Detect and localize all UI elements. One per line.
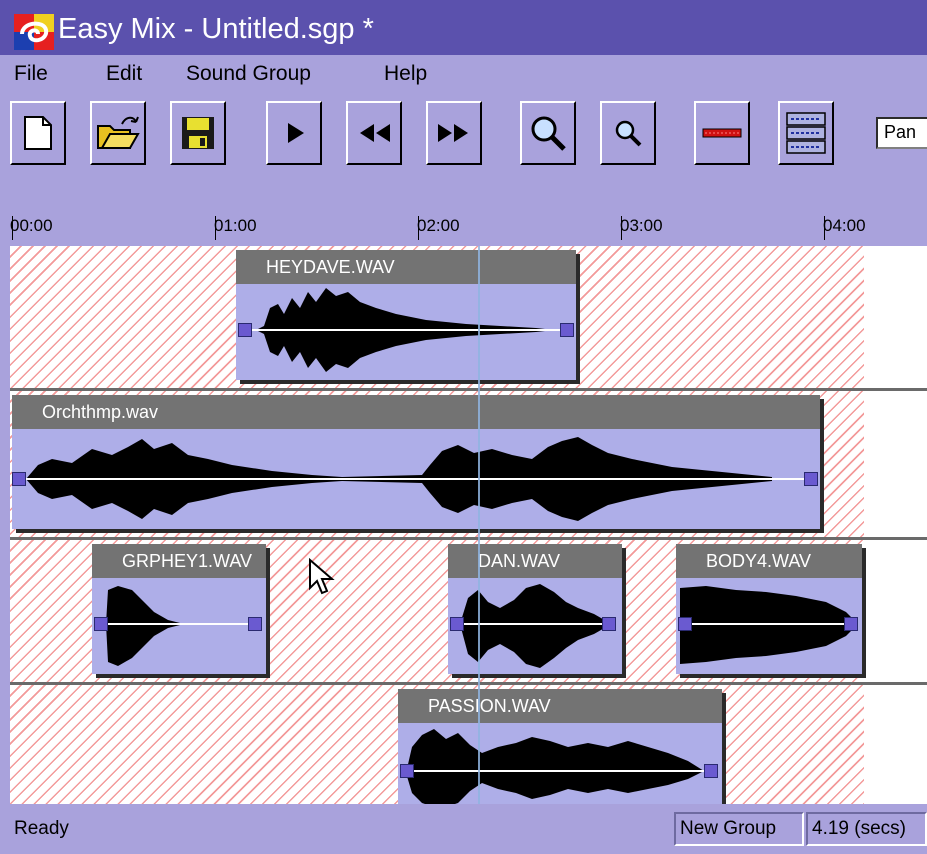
new-button[interactable] <box>10 101 66 165</box>
clip-name: BODY4.WAV <box>676 544 862 578</box>
clip-waveform <box>22 437 810 521</box>
rewind-button[interactable] <box>346 101 402 165</box>
clip-heydave[interactable]: HEYDAVE.WAV <box>236 250 576 380</box>
ruler-tick-label: 01:00 <box>214 216 257 235</box>
ruler-tick-label: 00:00 <box>10 216 53 235</box>
clip-waveform <box>406 729 712 804</box>
mode-select[interactable]: Pan <box>876 117 927 149</box>
clip-name: GRPHEY1.WAV <box>92 544 266 578</box>
envelope-handle[interactable] <box>844 617 858 631</box>
envelope-handle[interactable] <box>238 323 252 337</box>
playhead[interactable] <box>478 246 480 804</box>
toolbar: Pan <box>0 93 927 180</box>
ruler-tick-label: 02:00 <box>417 216 460 235</box>
menu-help[interactable]: Help <box>384 61 427 87</box>
volume-line-icon <box>702 128 742 138</box>
zoom-out-icon <box>615 120 642 147</box>
clip-waveform <box>458 584 612 668</box>
open-folder-icon <box>97 116 140 149</box>
clip-passion[interactable]: PASSION.WAV <box>398 689 722 804</box>
status-text: Ready <box>14 818 69 839</box>
save-disk-icon <box>182 117 214 149</box>
zoom-in-icon <box>531 116 566 151</box>
menu-edit[interactable]: Edit <box>106 61 142 87</box>
clip-name: DAN.WAV <box>448 544 622 578</box>
envelope-handle[interactable] <box>602 617 616 631</box>
envelope-handle[interactable] <box>704 764 718 778</box>
track-2[interactable]: Orchthmp.wav <box>10 391 927 537</box>
zoom-in-button[interactable] <box>520 101 576 165</box>
play-icon <box>288 123 304 143</box>
title-bar: Easy Mix - Untitled.sgp * <box>0 0 927 55</box>
menu-file[interactable]: File <box>14 61 48 87</box>
track-3[interactable]: GRPHEY1.WAV DAN.WAV BODY4.WAV <box>10 540 927 682</box>
status-duration: 4.19 (secs) <box>806 812 927 846</box>
mouse-cursor-icon <box>309 558 335 595</box>
status-bar: Ready New Group 4.19 (secs) <box>0 804 927 854</box>
ruler-tick-label: 04:00 <box>823 216 866 235</box>
clip-name: PASSION.WAV <box>398 689 722 723</box>
volume-line-button[interactable] <box>694 101 750 165</box>
clip-grphey1[interactable]: GRPHEY1.WAV <box>92 544 266 674</box>
envelope-handle[interactable] <box>804 472 818 486</box>
mixer-panel-icon <box>786 112 826 154</box>
clip-name: Orchthmp.wav <box>12 395 820 429</box>
envelope-handle[interactable] <box>12 472 26 486</box>
envelope-handle[interactable] <box>94 617 108 631</box>
clip-name: HEYDAVE.WAV <box>236 250 576 284</box>
play-button[interactable] <box>266 101 322 165</box>
envelope-handle[interactable] <box>248 617 262 631</box>
mixer-button[interactable] <box>778 101 834 165</box>
envelope-handle[interactable] <box>678 617 692 631</box>
fast-forward-button[interactable] <box>426 101 482 165</box>
window-title: Easy Mix - Untitled.sgp * <box>58 13 374 45</box>
menu-sound-group[interactable]: Sound Group <box>186 61 311 87</box>
track-1[interactable]: HEYDAVE.WAV <box>10 246 927 388</box>
status-group: New Group <box>674 812 804 846</box>
envelope-handle[interactable] <box>450 617 464 631</box>
new-file-icon <box>24 116 52 150</box>
ruler-tick-label: 03:00 <box>620 216 663 235</box>
open-button[interactable] <box>90 101 146 165</box>
clip-orchthmp[interactable]: Orchthmp.wav <box>12 395 820 529</box>
clip-waveform <box>102 586 256 666</box>
envelope-handle[interactable] <box>400 764 414 778</box>
envelope-handle[interactable] <box>560 323 574 337</box>
save-button[interactable] <box>170 101 226 165</box>
zoom-out-button[interactable] <box>600 101 656 165</box>
time-ruler: 00:00 01:00 02:00 03:00 04:00 <box>0 180 927 246</box>
clip-body4[interactable]: BODY4.WAV <box>676 544 862 674</box>
clip-dan[interactable]: DAN.WAV <box>448 544 622 674</box>
track-4[interactable]: PASSION.WAV <box>10 685 927 804</box>
clip-waveform <box>246 288 566 372</box>
app-logo-icon <box>14 14 54 50</box>
track-area[interactable]: HEYDAVE.WAV Orchthmp.wav GRPHEY1.WAV DAN… <box>10 246 927 804</box>
rewind-icon <box>360 124 390 142</box>
menu-bar: File Edit Sound Group Help <box>0 55 927 93</box>
fast-forward-icon <box>438 124 468 142</box>
clip-waveform <box>680 586 858 664</box>
